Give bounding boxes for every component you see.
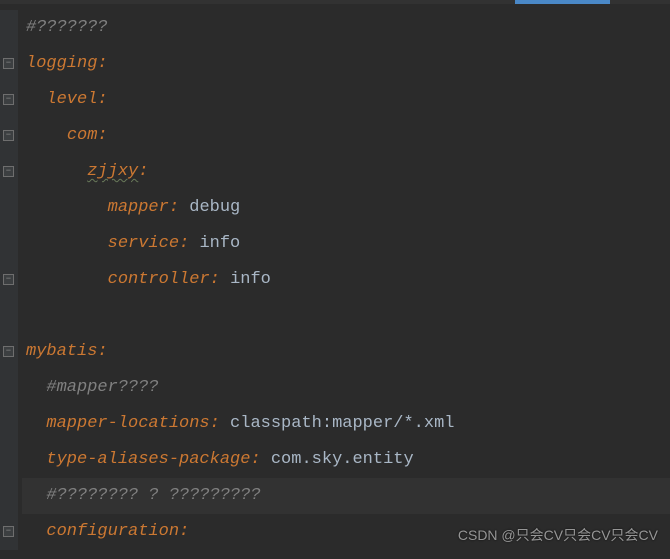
- colon: :: [169, 198, 179, 217]
- yaml-key: mybatis: [26, 342, 97, 361]
- yaml-comment: #???????: [26, 18, 108, 37]
- code-line[interactable]: controller: info: [22, 262, 670, 298]
- code-line[interactable]: mapper-locations: classpath:mapper/*.xml: [22, 406, 670, 442]
- code-line[interactable]: type-aliases-package: com.sky.entity: [22, 442, 670, 478]
- colon: :: [97, 342, 107, 361]
- yaml-value: debug: [189, 198, 240, 217]
- fold-icon[interactable]: −: [3, 58, 14, 69]
- code-line[interactable]: #???????: [22, 10, 670, 46]
- code-line[interactable]: #???????? ? ?????????: [22, 478, 670, 514]
- colon: :: [210, 414, 220, 433]
- yaml-value: info: [230, 270, 271, 289]
- code-line[interactable]: [22, 298, 670, 334]
- colon: :: [179, 234, 189, 253]
- code-line[interactable]: logging:: [22, 46, 670, 82]
- watermark: CSDN @只会CV只会CV只会CV: [458, 517, 658, 553]
- code-line[interactable]: zjjxy:: [22, 154, 670, 190]
- colon: :: [210, 270, 220, 289]
- colon: :: [179, 522, 189, 541]
- code-line[interactable]: mybatis:: [22, 334, 670, 370]
- fold-icon[interactable]: −: [3, 94, 14, 105]
- colon: :: [97, 54, 107, 73]
- code-line[interactable]: mapper: debug: [22, 190, 670, 226]
- code-line[interactable]: service: info: [22, 226, 670, 262]
- yaml-key: configuration: [46, 522, 179, 541]
- code-line[interactable]: #mapper????: [22, 370, 670, 406]
- fold-icon[interactable]: −: [3, 526, 14, 537]
- colon: :: [250, 450, 260, 469]
- yaml-comment: #mapper????: [46, 378, 158, 397]
- yaml-key: mapper: [108, 198, 169, 217]
- fold-icon[interactable]: −: [3, 166, 14, 177]
- yaml-value: info: [199, 234, 240, 253]
- code-line[interactable]: level:: [22, 82, 670, 118]
- yaml-key: com: [67, 126, 98, 145]
- yaml-value: classpath:mapper/*.xml: [230, 414, 454, 433]
- yaml-value: com.sky.entity: [271, 450, 414, 469]
- code-line[interactable]: com:: [22, 118, 670, 154]
- fold-icon[interactable]: −: [3, 346, 14, 357]
- yaml-key: mapper-locations: [46, 414, 209, 433]
- gutter: − − − − − − −: [0, 10, 18, 550]
- yaml-comment: #???????? ? ?????????: [46, 486, 260, 505]
- yaml-key: type-aliases-package: [46, 450, 250, 469]
- yaml-key: zjjxy: [87, 162, 138, 181]
- fold-icon[interactable]: −: [3, 130, 14, 141]
- yaml-key: level: [46, 90, 97, 109]
- yaml-key: service: [108, 234, 179, 253]
- colon: :: [97, 90, 107, 109]
- code-editor[interactable]: − − − − − − − #??????? logging: level: c…: [0, 4, 670, 550]
- fold-icon[interactable]: −: [3, 274, 14, 285]
- yaml-key: controller: [108, 270, 210, 289]
- yaml-key: logging: [26, 54, 97, 73]
- colon: :: [97, 126, 107, 145]
- colon: :: [138, 162, 148, 181]
